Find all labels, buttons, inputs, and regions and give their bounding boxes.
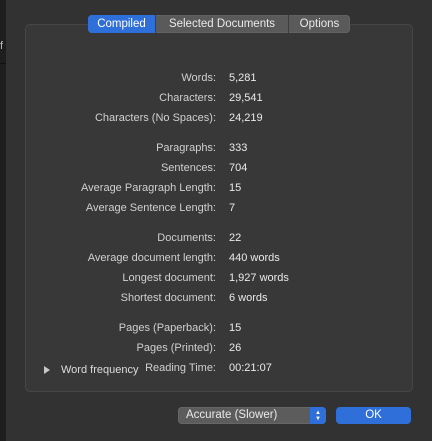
stat-value: 704 [229, 162, 248, 174]
stat-row-avg-document-length: Average document length: 440 words [26, 250, 412, 266]
background-text-fragment: f [0, 40, 4, 52]
statistics-panel: Words: 5,281 Characters: 29,541 Characte… [25, 24, 413, 392]
word-frequency-label[interactable]: Word frequency [61, 362, 138, 378]
stat-value: 440 words [229, 252, 280, 264]
stat-label: Documents: [157, 232, 216, 244]
divider [0, 63, 6, 64]
stat-value: 1,927 words [229, 272, 289, 284]
stat-row-words: Words: 5,281 [26, 70, 412, 86]
stat-row-paragraphs: Paragraphs: 333 [26, 140, 412, 156]
stat-value: 24,219 [229, 112, 263, 124]
stat-label: Average Paragraph Length: [81, 182, 216, 194]
stat-label: Sentences: [160, 162, 216, 174]
ok-button[interactable]: OK [336, 407, 411, 424]
accuracy-popup-button[interactable]: Accurate (Slower) ▲ ▼ [178, 407, 326, 424]
stat-label: Characters (No Spaces): [94, 112, 216, 124]
word-frequency-disclosure[interactable]: Word frequency [44, 362, 138, 378]
stat-value: 22 [229, 232, 242, 244]
stat-row-documents: Documents: 22 [26, 230, 412, 246]
stat-label: Words: [181, 72, 216, 84]
tab-selected-documents[interactable]: Selected Documents [155, 15, 288, 33]
stat-value: 15 [229, 322, 242, 334]
stat-label: Pages (Printed): [136, 342, 216, 354]
stat-label: Shortest document: [120, 292, 216, 304]
stat-value: 5,281 [229, 72, 257, 84]
stat-label: Pages (Paperback): [118, 322, 216, 334]
stat-label: Longest document: [122, 272, 216, 284]
stat-value: 26 [229, 342, 242, 354]
stat-row-pages-paperback: Pages (Paperback): 15 [26, 320, 412, 336]
accuracy-selected-value: Accurate (Slower) [186, 409, 278, 421]
stat-row-avg-paragraph-length: Average Paragraph Length: 15 [26, 180, 412, 196]
stat-label: Average document length: [87, 252, 216, 264]
stat-label: Average Sentence Length: [85, 202, 216, 214]
stat-label: Reading Time: [145, 362, 216, 374]
stat-row-characters-no-spaces: Characters (No Spaces): 24,219 [26, 110, 412, 126]
popup-chevrons-icon[interactable]: ▲ ▼ [310, 407, 326, 424]
view-tabs: Compiled Selected Documents Options [88, 15, 350, 33]
stat-row-pages-printed: Pages (Printed): 26 [26, 340, 412, 356]
stat-value: 15 [229, 182, 242, 194]
stat-row-shortest-document: Shortest document: 6 words [26, 290, 412, 306]
background-window-edge: f [0, 0, 6, 441]
tab-compiled[interactable]: Compiled [88, 15, 155, 33]
stat-row-avg-sentence-length: Average Sentence Length: 7 [26, 200, 412, 216]
tab-options[interactable]: Options [288, 15, 350, 33]
stat-value: 6 words [229, 292, 268, 304]
stat-row-characters: Characters: 29,541 [26, 90, 412, 106]
stat-row-sentences: Sentences: 704 [26, 160, 412, 176]
stat-label: Paragraphs: [156, 142, 216, 154]
stat-value: 00:21:07 [229, 362, 272, 374]
stat-value: 7 [229, 202, 236, 214]
stat-row-longest-document: Longest document: 1,927 words [26, 270, 412, 286]
stat-value: 29,541 [229, 92, 263, 104]
stat-label: Characters: [159, 92, 216, 104]
stat-value: 333 [229, 142, 248, 154]
disclosure-triangle-icon[interactable] [44, 366, 50, 374]
